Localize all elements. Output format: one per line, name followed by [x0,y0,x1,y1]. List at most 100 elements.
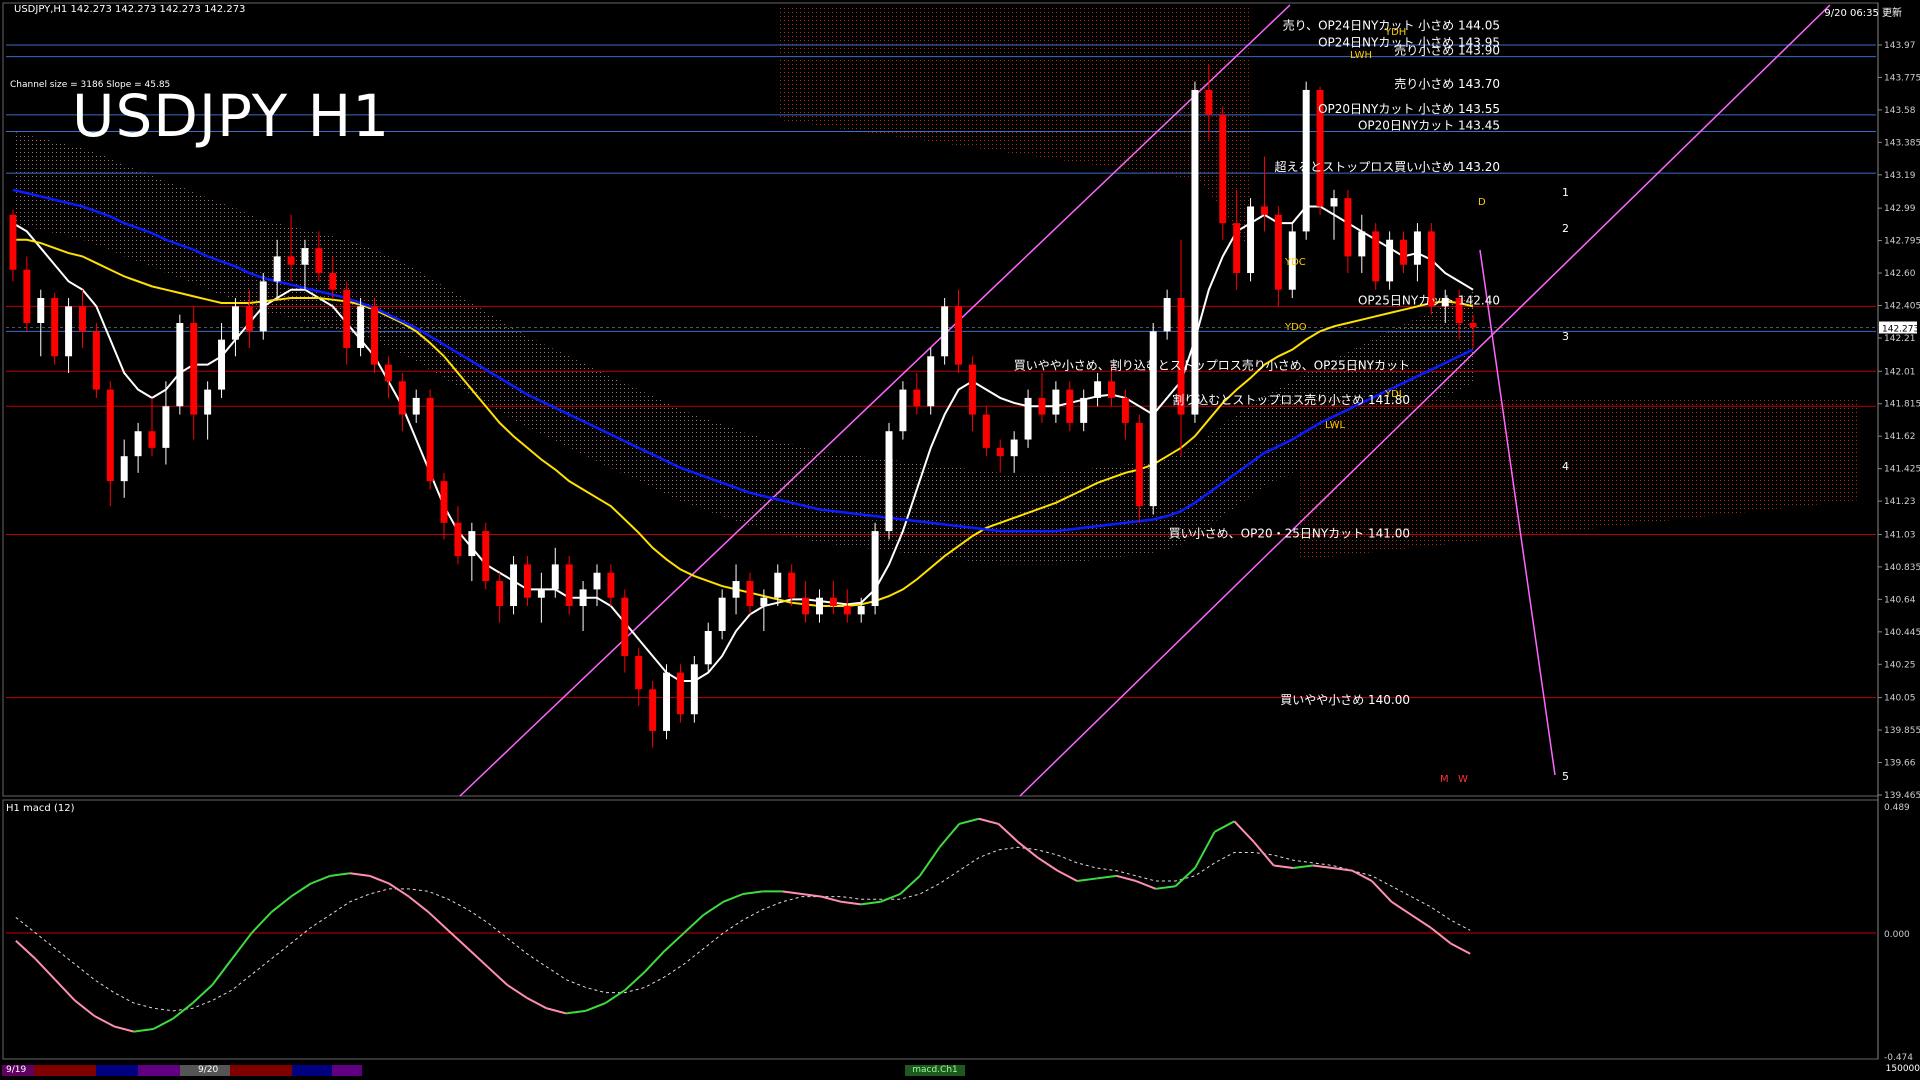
candle [621,589,629,673]
candle [176,314,184,415]
candle-body [718,597,726,632]
time-axis-bar[interactable]: 9/19 9/20 macd.Ch1 150000 [0,1062,1920,1080]
price-tick-label: 141.425 [1884,465,1920,475]
candle [802,581,810,623]
candle-body [1260,206,1268,215]
macd-segment [604,989,626,1004]
candle [579,581,587,632]
price-tick-label: 142.405 [1884,302,1920,312]
box-label: LWH [1350,50,1372,61]
candle-body [955,306,963,365]
candle [23,256,31,332]
candle-body [468,531,476,557]
candle-body [802,597,810,615]
candle [732,564,740,615]
candle-body [190,322,198,415]
candle [843,589,851,623]
candle-body [565,564,573,607]
candle [9,209,17,282]
candle [927,347,935,415]
level-annotation: 売り小さめ 143.70 [1394,76,1500,91]
candle-body [1413,231,1421,265]
macd-segment [369,874,390,885]
price-chart[interactable]: 売り、OP24日NYカット 小さめ 144.05OP24日NYカット 小さめ 1… [0,0,1920,1080]
level-annotation: 買い小さめ、OP20・25日NYカット 141.00 [1169,526,1410,540]
price-tick-label: 141.03 [1884,530,1916,540]
candle [565,556,573,615]
candle [885,422,893,540]
candle [1219,106,1227,240]
candle-body [1135,422,1143,507]
candle-body [1052,389,1060,415]
candle [162,381,170,465]
candle-body [301,248,309,265]
macd-segment [860,900,881,906]
candle [704,622,712,673]
macd-segment [408,895,430,913]
candle [968,356,976,432]
candle-body [621,597,629,656]
macd-segment [644,950,666,973]
macd-segment [1430,926,1452,945]
macd-tick-label: 0.489 [1884,803,1910,813]
price-tick-label: 139.66 [1884,759,1916,769]
candle-body [1372,231,1380,282]
macd-segment [958,817,980,825]
price-tick-label: 141.815 [1884,400,1920,410]
candle-body [663,672,670,731]
macd-tab[interactable]: macd.Ch1 [905,1065,965,1076]
price-tick-label: 143.19 [1884,171,1916,181]
candle [1386,231,1394,290]
candle-body [1038,397,1046,415]
candle-body [1121,397,1129,423]
candle [1274,206,1282,307]
candle-body [996,447,1004,457]
candle-body [371,306,378,365]
macd-segment [74,999,96,1017]
macd-segment [349,872,370,877]
candle-body [398,381,406,415]
level-annotation: OP25日NYカット 142.40 [1358,293,1500,307]
macd-segment [938,823,960,848]
candle-body [593,572,601,590]
candle-body [176,322,184,407]
candle-body [1010,439,1018,457]
candle [120,439,128,498]
candle [259,273,267,340]
candle-body [523,564,531,598]
candle-body [816,597,823,615]
macd-indicator: 0.4890.000-0.474 [6,803,1913,1063]
candle-body [885,431,893,532]
box-label: YDC [1284,257,1306,268]
macd-tick-label: 0.000 [1884,930,1910,940]
candle [1038,372,1046,423]
macd-segment [546,1007,567,1015]
candle-body [148,431,156,448]
candle [134,422,142,473]
candle-body [287,256,295,265]
price-tick-label: 141.62 [1884,432,1916,442]
macd-segment [506,984,528,999]
candle [1080,389,1088,432]
candle-body [273,256,281,282]
candle [690,655,698,723]
macd-segment [919,846,941,877]
level-annotation: OP20日NYカット 小さめ 143.55 [1318,102,1500,116]
candle-body [1108,381,1115,398]
macd-segment [15,940,37,960]
candle [607,564,615,607]
candle [1413,223,1421,282]
macd-segment [231,932,253,960]
candle-body [1247,206,1255,274]
candle [1149,322,1157,515]
macd-segment [211,958,233,986]
macd-segment [841,900,862,906]
session-block [292,1065,332,1076]
session-block [230,1065,292,1076]
candle [1010,431,1018,473]
candle-body [1219,114,1227,224]
macd-segment [1056,869,1078,882]
candle-body [676,672,684,715]
candle [871,522,879,615]
candle [454,506,462,565]
